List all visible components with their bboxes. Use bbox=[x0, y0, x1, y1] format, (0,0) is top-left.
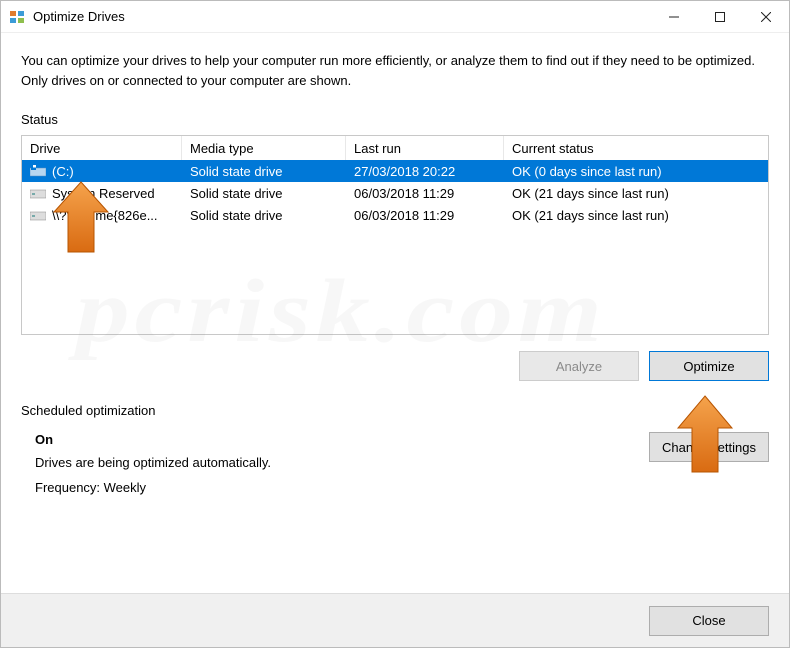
status-label: Status bbox=[21, 112, 769, 127]
close-dialog-button[interactable]: Close bbox=[649, 606, 769, 636]
drive-name: (C:) bbox=[52, 164, 74, 179]
drive-row[interactable]: (C:) Solid state drive 27/03/2018 20:22 … bbox=[22, 160, 768, 182]
scheduled-description: Drives are being optimized automatically… bbox=[35, 455, 649, 470]
drive-list: Drive Media type Last run Current status… bbox=[21, 135, 769, 335]
drive-status: OK (0 days since last run) bbox=[504, 160, 750, 182]
drive-lastrun: 06/03/2018 11:29 bbox=[346, 182, 504, 204]
hdd-icon bbox=[30, 187, 46, 199]
drive-name: System Reserved bbox=[52, 186, 155, 201]
windows-drive-icon bbox=[30, 165, 46, 177]
scheduled-on: On bbox=[35, 432, 649, 447]
maximize-button[interactable] bbox=[697, 1, 743, 33]
window-title: Optimize Drives bbox=[33, 9, 651, 24]
column-drive[interactable]: Drive bbox=[22, 136, 182, 160]
drive-media: Solid state drive bbox=[182, 182, 346, 204]
drive-status: OK (21 days since last run) bbox=[504, 182, 750, 204]
scheduled-optimization-label: Scheduled optimization bbox=[21, 403, 769, 418]
column-last-run[interactable]: Last run bbox=[346, 136, 504, 160]
scheduled-frequency: Frequency: Weekly bbox=[35, 480, 649, 495]
description-text: You can optimize your drives to help you… bbox=[21, 51, 769, 90]
drive-lastrun: 06/03/2018 11:29 bbox=[346, 204, 504, 226]
defrag-icon bbox=[9, 9, 25, 25]
column-media-type[interactable]: Media type bbox=[182, 136, 346, 160]
drive-status: OK (21 days since last run) bbox=[504, 204, 750, 226]
drive-row[interactable]: \\?\Volume{826e... Solid state drive 06/… bbox=[22, 204, 768, 226]
drive-media: Solid state drive bbox=[182, 160, 346, 182]
minimize-button[interactable] bbox=[651, 1, 697, 33]
drive-list-header: Drive Media type Last run Current status bbox=[22, 136, 768, 160]
close-button[interactable] bbox=[743, 1, 789, 33]
drive-lastrun: 27/03/2018 20:22 bbox=[346, 160, 504, 182]
hdd-icon bbox=[30, 209, 46, 221]
drive-name: \\?\Volume{826e... bbox=[52, 208, 158, 223]
analyze-button: Analyze bbox=[519, 351, 639, 381]
drive-media: Solid state drive bbox=[182, 204, 346, 226]
drive-row[interactable]: System Reserved Solid state drive 06/03/… bbox=[22, 182, 768, 204]
change-settings-button[interactable]: Change settings bbox=[649, 432, 769, 462]
column-current-status[interactable]: Current status bbox=[504, 136, 750, 160]
optimize-button[interactable]: Optimize bbox=[649, 351, 769, 381]
